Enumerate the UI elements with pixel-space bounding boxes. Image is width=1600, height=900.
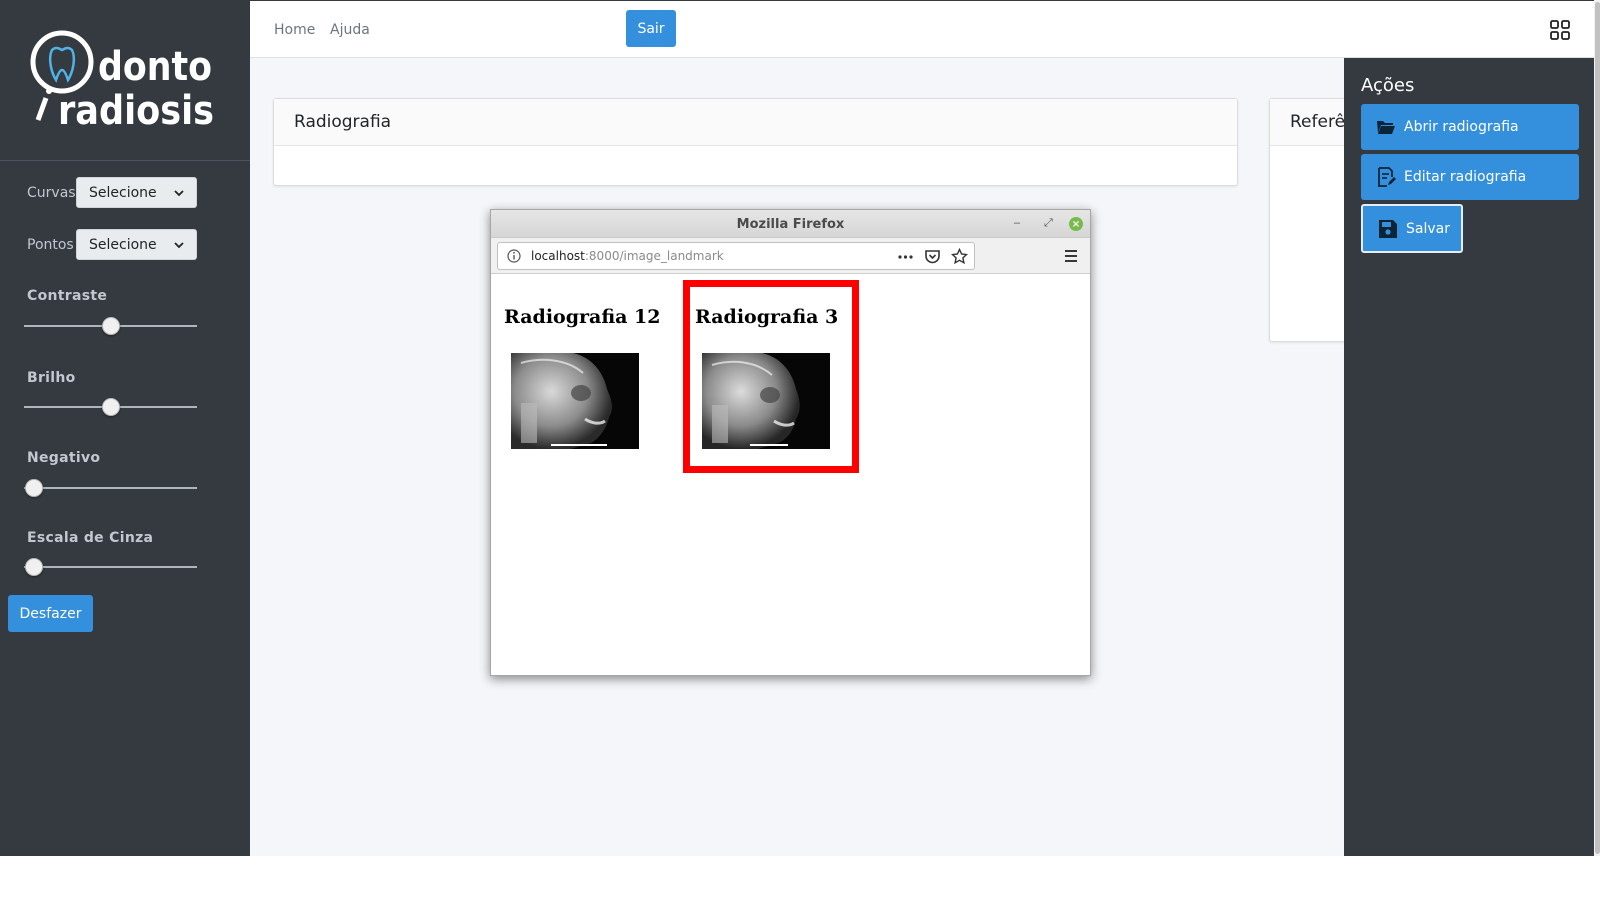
firefox-titlebar[interactable]: Mozilla Firefox – ⤢ ×	[491, 210, 1090, 238]
nav-ajuda-link[interactable]: Ajuda	[330, 22, 370, 38]
pontos-select-row: Pontos Selecione	[27, 229, 197, 260]
curvas-label: Curvas	[27, 184, 76, 201]
radiograph-item-title[interactable]: Radiografia 12	[504, 306, 661, 328]
actions-title: Ações	[1361, 75, 1415, 96]
radiograph-thumbnail[interactable]	[511, 353, 639, 449]
edit-document-icon	[1378, 167, 1396, 187]
nav-home-link[interactable]: Home	[274, 22, 315, 38]
contraste-label: Contraste	[27, 288, 108, 304]
left-sidebar: donto radiosis Curvas Selecione Pontos S…	[0, 0, 250, 856]
curvas-select-row: Curvas Selecione	[27, 177, 197, 208]
radiografia-card-title: Radiografia	[274, 99, 1237, 146]
save-icon	[1379, 219, 1397, 238]
negativo-slider-thumb[interactable]	[25, 479, 43, 497]
pontos-select-value: Selecione	[89, 236, 157, 253]
escala-de-cinza-slider-track[interactable]	[24, 566, 197, 568]
sidebar-divider	[0, 160, 250, 161]
actions-sidebar: Ações Abrir radiografia Editar radiograf…	[1344, 58, 1594, 856]
brilho-slider-thumb[interactable]	[101, 398, 120, 416]
firefox-page-body: Radiografia 12 Radiografia 3	[491, 274, 1090, 675]
negativo-label: Negativo	[27, 450, 101, 466]
restore-icon[interactable]: ⤢	[1044, 217, 1053, 230]
grid-icon[interactable]	[1550, 20, 1570, 40]
hamburger-menu-icon[interactable]	[1063, 248, 1079, 264]
page-scrollbar-thumb[interactable]	[1595, 2, 1600, 854]
logout-button[interactable]: Sair	[626, 10, 676, 47]
firefox-url-bar[interactable]: localhost:8000/image_landmark	[497, 242, 975, 270]
logo-text-radiosis: radiosis	[58, 88, 214, 132]
chevron-down-icon	[174, 189, 184, 196]
more-options-icon[interactable]	[897, 248, 914, 265]
negativo-slider-track[interactable]	[24, 487, 197, 489]
edit-radiograph-label: Editar radiografia	[1404, 169, 1527, 185]
contraste-slider-thumb[interactable]	[101, 317, 120, 335]
curvas-select-value: Selecione	[89, 184, 157, 201]
referencia-card-title: Referê	[1270, 99, 1348, 146]
bookmark-star-icon[interactable]	[951, 248, 968, 265]
pontos-select[interactable]: Selecione	[76, 229, 197, 260]
open-radiograph-button[interactable]: Abrir radiografia	[1361, 104, 1579, 150]
firefox-window-title: Mozilla Firefox	[736, 217, 845, 232]
curvas-select[interactable]: Selecione	[76, 177, 197, 208]
save-button[interactable]: Salvar	[1361, 204, 1463, 253]
url-path: :8000/image_landmark	[584, 249, 724, 263]
close-icon[interactable]: ×	[1069, 217, 1083, 231]
radiografia-card: Radiografia	[273, 98, 1238, 186]
folder-open-icon	[1377, 121, 1395, 134]
undo-button[interactable]: Desfazer	[8, 595, 93, 632]
chevron-down-icon	[174, 241, 184, 248]
escala-de-cinza-slider-thumb[interactable]	[25, 558, 43, 576]
logo-text-donto: donto	[98, 44, 212, 90]
url-host: localhost	[531, 249, 585, 263]
referencia-card: Referê	[1269, 98, 1349, 342]
firefox-popup-window: Mozilla Firefox – ⤢ × localhost:8000/ima…	[490, 209, 1091, 676]
brilho-label: Brilho	[27, 370, 76, 386]
info-icon[interactable]	[507, 249, 521, 263]
edit-radiograph-button[interactable]: Editar radiografia	[1361, 154, 1579, 200]
odonto-radiosis-logo: donto radiosis	[30, 30, 214, 132]
open-radiograph-label: Abrir radiografia	[1404, 119, 1519, 135]
escala-de-cinza-label: Escala de Cinza	[27, 530, 154, 546]
save-label: Salvar	[1406, 220, 1450, 237]
firefox-toolbar: localhost:8000/image_landmark	[491, 238, 1090, 274]
selection-highlight-box	[683, 280, 859, 473]
minimize-icon[interactable]: –	[1014, 217, 1020, 229]
top-navbar: Home Ajuda Sair	[250, 0, 1594, 58]
pocket-icon[interactable]	[924, 248, 941, 265]
pontos-label: Pontos	[27, 236, 74, 253]
